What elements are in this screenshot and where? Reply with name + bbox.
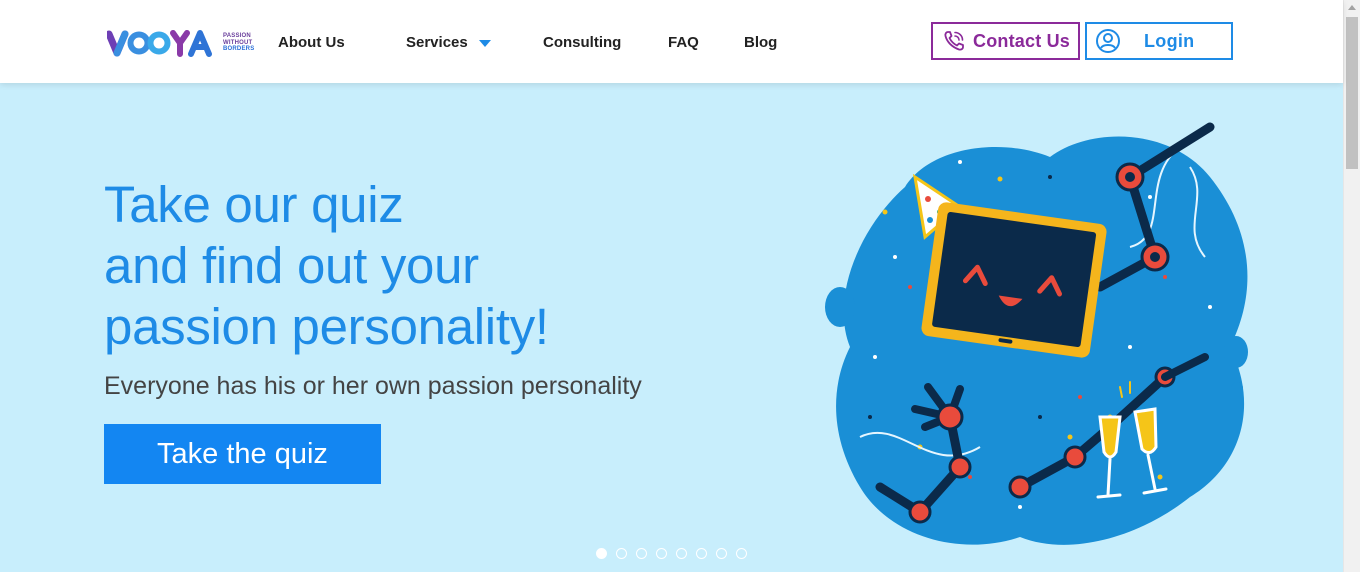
nav-faq[interactable]: FAQ: [668, 34, 699, 51]
nav-consulting[interactable]: Consulting: [543, 34, 621, 51]
party-robot-illustration: [825, 122, 1248, 545]
carousel-dot-2[interactable]: [616, 548, 627, 559]
contact-us-label: Contact Us: [973, 30, 1071, 51]
logo-wordmark: [107, 29, 219, 57]
contact-us-button[interactable]: Contact Us: [931, 22, 1080, 60]
login-label: Login: [1144, 30, 1195, 51]
carousel-dot-1[interactable]: [596, 548, 607, 559]
tagline-line-3: BORDERS: [223, 46, 255, 53]
scrollbar-thumb[interactable]: [1346, 17, 1358, 169]
logo-mark-icon: [107, 30, 212, 57]
page-scrollbar[interactable]: [1343, 0, 1360, 572]
login-button[interactable]: Login: [1085, 22, 1233, 60]
nav-services[interactable]: Services: [406, 34, 491, 51]
nav-services-label: Services: [406, 34, 468, 51]
take-the-quiz-button[interactable]: Take the quiz: [104, 424, 381, 484]
scroll-up-arrow-icon[interactable]: [1348, 5, 1356, 10]
carousel-dot-7[interactable]: [716, 548, 727, 559]
nav-blog[interactable]: Blog: [744, 34, 777, 51]
carousel-indicators: [596, 548, 747, 559]
carousel-dot-5[interactable]: [676, 548, 687, 559]
nav-about-us[interactable]: About Us: [278, 34, 345, 51]
user-circle-icon: [1096, 29, 1120, 53]
carousel-dot-4[interactable]: [656, 548, 667, 559]
chevron-down-icon: [478, 39, 491, 47]
logo-tagline: PASSION WITHOUT BORDERS: [223, 33, 254, 53]
carousel-dot-3[interactable]: [636, 548, 647, 559]
carousel-dot-8[interactable]: [736, 548, 747, 559]
page: PASSION WITHOUT BORDERS About Us Service…: [0, 0, 1360, 572]
hero-title-line-3: passion personality!: [104, 298, 549, 355]
hero-carousel-slide: Take our quiz and find out your passion …: [0, 83, 1343, 572]
hero-title: Take our quiz and find out your passion …: [104, 174, 744, 357]
vooya-logo[interactable]: PASSION WITHOUT BORDERS: [107, 27, 257, 59]
top-navbar: PASSION WITHOUT BORDERS About Us Service…: [0, 0, 1343, 83]
hero-subtitle: Everyone has his or her own passion pers…: [104, 372, 642, 400]
hero-title-line-2: and find out your: [104, 237, 479, 294]
carousel-dot-6[interactable]: [696, 548, 707, 559]
hero-title-line-1: Take our quiz: [104, 176, 404, 233]
phone-icon: [944, 31, 964, 51]
